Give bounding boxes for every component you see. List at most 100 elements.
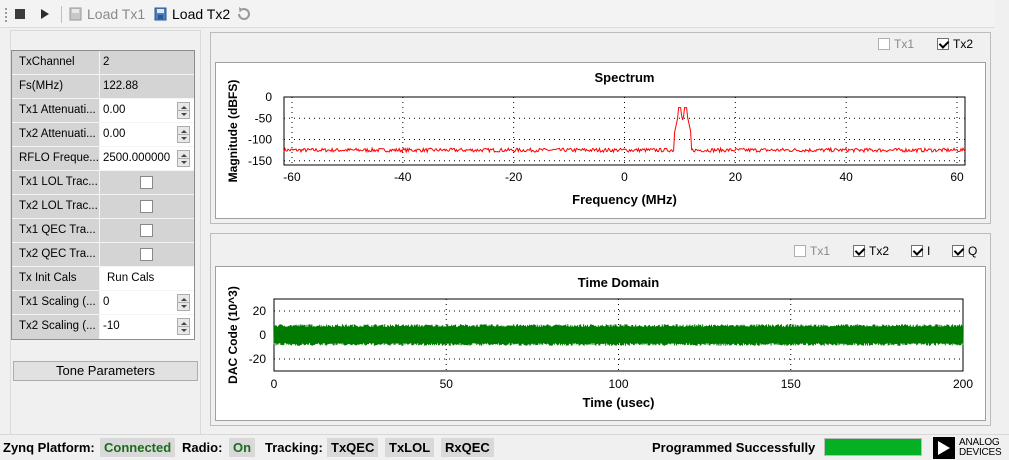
property-label: Fs(MHz)	[12, 75, 100, 98]
spinner-icon[interactable]	[177, 102, 190, 119]
spectrum-plot[interactable]: -60 -40 -20 0 20 40 60 0 -50 -100 -150 Spectrum Freq…	[215, 62, 986, 219]
play-icon	[41, 9, 49, 19]
spectrum-tx1-label: Tx1	[894, 37, 915, 51]
tracking-label: Tracking:	[265, 440, 323, 455]
time-title: Time Domain	[578, 275, 659, 290]
property-row[interactable]: Fs(MHz) 122.88	[12, 75, 194, 99]
property-label: TxChannel	[12, 51, 100, 74]
time-y-tick-label: 20	[253, 304, 267, 318]
spectrum-y-tick-label: -100	[248, 133, 272, 147]
property-row[interactable]: Tx1 Scaling (... 0	[12, 291, 194, 315]
spectrum-legend: Tx1 Tx2	[211, 33, 990, 56]
property-value[interactable]: 0	[100, 291, 194, 314]
time-x-axis-label: Time (usec)	[582, 395, 654, 410]
spectrum-legend-tx2[interactable]: Tx2	[937, 37, 973, 51]
property-row[interactable]: Tx1 Attenuati... 0.00	[12, 99, 194, 123]
time-tx1-label: Tx1	[810, 244, 831, 258]
spectrum-chart: -60 -40 -20 0 20 40 60 0 -50 -100 -150 Spectrum Freq…	[226, 70, 966, 207]
time-q-checkbox[interactable]	[952, 245, 964, 257]
spectrum-pane: Tx1 Tx2 -60 -40 -20 0 20 40 60 0 -50 -100 -150 Spec…	[210, 32, 991, 224]
load-tx1-icon	[69, 7, 82, 21]
time-domain-pane: Tx1 Tx2 I Q 0 50 100 150 200 20 0 -20 Time Domai…	[210, 233, 991, 426]
spectrum-y-tick-label: 0	[265, 90, 272, 104]
toolbar-grip[interactable]	[5, 8, 8, 22]
property-value-text[interactable]: 0.00	[103, 104, 125, 116]
radio-status: On	[229, 438, 256, 457]
spectrum-legend-tx1[interactable]: Tx1	[878, 37, 914, 51]
spinner-icon[interactable]	[177, 150, 190, 167]
time-i-checkbox[interactable]	[911, 245, 923, 257]
property-checkbox[interactable]	[140, 200, 153, 213]
property-checkbox[interactable]	[140, 224, 153, 237]
property-value[interactable]: 0.00	[100, 123, 194, 146]
property-value[interactable]: 0.00	[100, 99, 194, 122]
property-value-text[interactable]: 2500.000000	[103, 152, 170, 164]
refresh-button[interactable]	[236, 5, 252, 23]
property-row[interactable]: Tx1 LOL Trac...	[12, 171, 194, 195]
time-tx2-label: Tx2	[869, 244, 890, 258]
property-row[interactable]: Tx2 Attenuati... 0.00	[12, 123, 194, 147]
spectrum-tx1-checkbox[interactable]	[878, 38, 890, 50]
property-row[interactable]: Tx Init Cals Run Cals	[12, 267, 194, 291]
run-cals-button[interactable]: Run Cals	[100, 267, 194, 290]
load-tx2-icon	[154, 7, 167, 21]
property-value[interactable]: -10	[100, 315, 194, 339]
time-x-tick-label: 100	[608, 377, 628, 391]
property-value[interactable]: 2500.000000	[100, 147, 194, 170]
time-y-tick-label: 0	[259, 328, 266, 342]
stop-button[interactable]	[15, 5, 25, 23]
time-tx1-checkbox[interactable]	[794, 245, 806, 257]
property-label: Tx1 QEC Tra...	[12, 219, 100, 242]
time-legend-q[interactable]: Q	[952, 244, 977, 258]
toolbar-separator	[61, 6, 62, 23]
load-tx2-button[interactable]: Load Tx2	[154, 5, 230, 23]
property-row[interactable]: Tx2 QEC Tra...	[12, 243, 194, 267]
load-tx1-button[interactable]: Load Tx1	[69, 5, 145, 23]
play-button[interactable]	[41, 5, 49, 23]
spectrum-title: Spectrum	[595, 70, 655, 85]
property-checkbox[interactable]	[140, 248, 153, 261]
tracking-txlol: TxLOL	[385, 438, 435, 457]
property-label: Tx2 QEC Tra...	[12, 243, 100, 266]
time-legend-tx1[interactable]: Tx1	[794, 244, 830, 258]
property-value-text[interactable]: -10	[103, 320, 120, 332]
time-domain-chart: 0 50 100 150 200200-20Time DomainTime (usec)…	[226, 275, 973, 410]
progress-bar	[824, 438, 922, 456]
spectrum-x-tick-label: 40	[840, 170, 854, 184]
spectrum-tx2-checkbox[interactable]	[937, 38, 949, 50]
toolbar: Load Tx1 Load Tx2	[0, 0, 994, 28]
spectrum-x-tick-label: 60	[950, 170, 964, 184]
stop-icon	[15, 9, 25, 19]
property-value: 122.88	[100, 75, 194, 98]
time-tx2-checkbox[interactable]	[853, 245, 865, 257]
time-y-axis-label: DAC Code (10^3)	[226, 286, 240, 384]
property-value	[100, 195, 194, 218]
property-checkbox[interactable]	[140, 176, 153, 189]
property-value: 2	[100, 51, 194, 74]
radio-label: Radio:	[182, 440, 223, 455]
property-row[interactable]: Tx2 LOL Trac...	[12, 195, 194, 219]
spinner-icon[interactable]	[177, 126, 190, 143]
spinner-icon[interactable]	[177, 294, 190, 311]
property-row[interactable]: TxChannel 2	[12, 51, 194, 75]
time-domain-plot[interactable]: 0 50 100 150 200 20 0 -20 Time Domain Time (usec)…	[215, 266, 986, 421]
time-legend-tx2[interactable]: Tx2	[853, 244, 889, 258]
status-message: Programmed Successfully	[652, 440, 816, 455]
property-label: Tx1 Attenuati...	[12, 99, 100, 122]
property-row[interactable]: RFLO Freque... 2500.000000	[12, 147, 194, 171]
spectrum-x-tick-label: -60	[283, 170, 301, 184]
spinner-icon[interactable]	[177, 318, 190, 335]
time-series-tx2	[273, 324, 964, 346]
property-row[interactable]: Tx1 QEC Tra...	[12, 219, 194, 243]
spectrum-y-tick-label: -50	[255, 111, 273, 125]
spectrum-x-axis-label: Frequency (MHz)	[572, 192, 677, 207]
spectrum-tx2-label: Tx2	[953, 37, 974, 51]
property-value-text[interactable]: 0.00	[103, 128, 125, 140]
progress-fill	[825, 439, 921, 455]
property-row[interactable]: Tx2 Scaling (... -10	[12, 315, 194, 339]
tone-parameters-button[interactable]: Tone Parameters	[13, 361, 198, 381]
property-value-text[interactable]: 0	[103, 296, 109, 308]
time-legend-i[interactable]: I	[911, 244, 930, 258]
time-i-label: I	[927, 244, 931, 258]
property-label: Tx2 Attenuati...	[12, 123, 100, 146]
